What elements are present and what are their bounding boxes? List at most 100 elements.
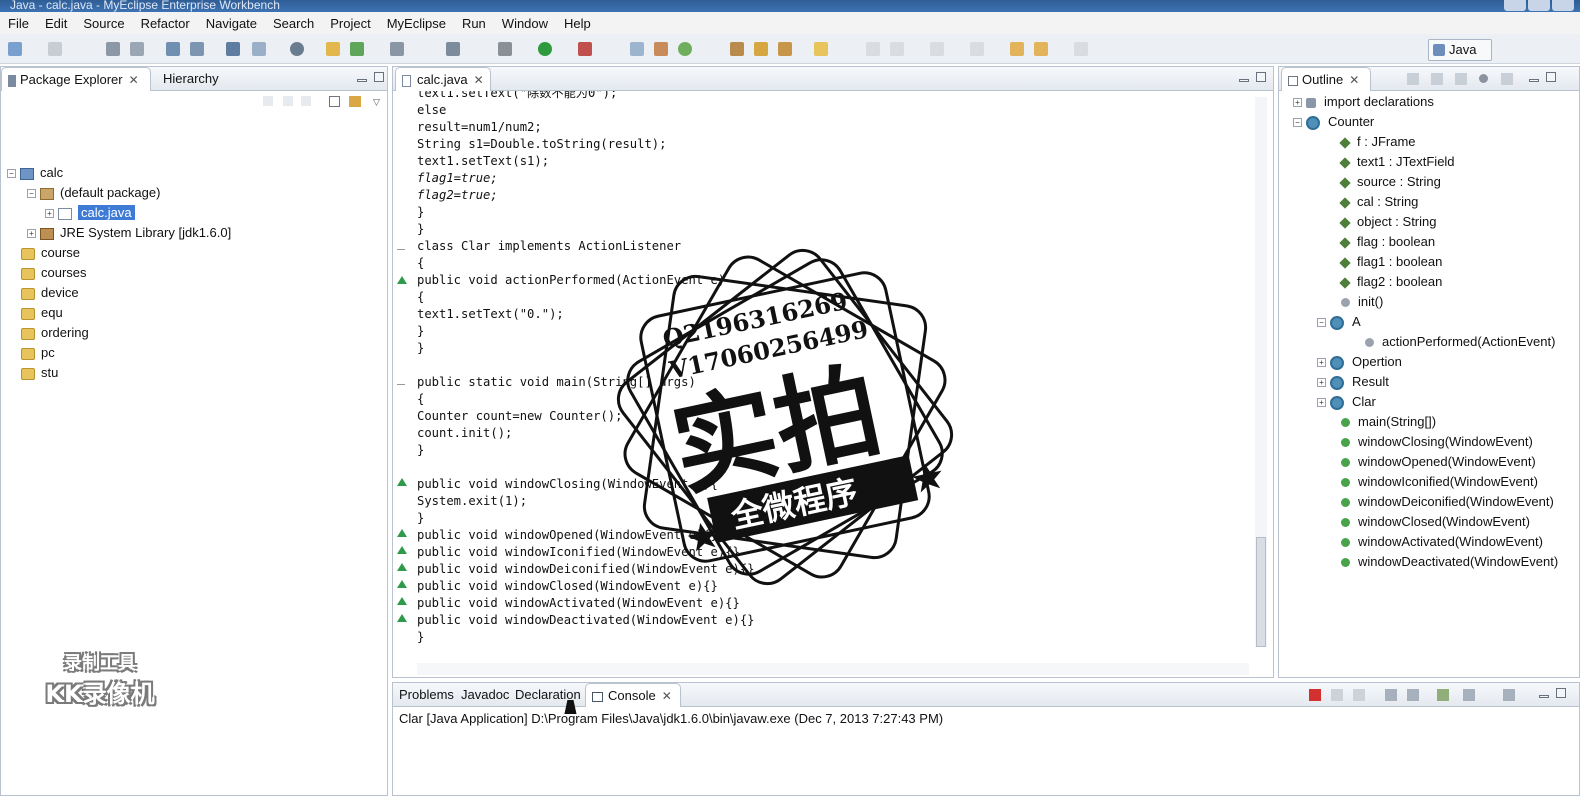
new-package-icon[interactable] [654, 42, 668, 56]
maximize-icon[interactable] [374, 72, 384, 82]
tab-console[interactable]: Console ✕ [585, 683, 681, 707]
display-console-icon[interactable] [1463, 689, 1475, 701]
outline-item[interactable]: − A [1317, 312, 1361, 332]
new-project-icon[interactable] [350, 42, 364, 56]
open-folder-icon[interactable] [326, 42, 340, 56]
outline-item[interactable]: flag2 : boolean [1339, 272, 1442, 292]
menu-myeclipse[interactable]: MyEclipse [379, 16, 454, 31]
outline-item[interactable]: windowActivated(WindowEvent) [1341, 532, 1543, 552]
hide-fields-icon[interactable] [1431, 73, 1443, 85]
collapse-icon[interactable]: − [27, 189, 36, 199]
outline-item[interactable]: windowClosed(WindowEvent) [1341, 512, 1530, 532]
collapse-all-icon[interactable] [329, 96, 340, 107]
remove-all-icon[interactable] [1353, 689, 1365, 701]
outline-item[interactable]: windowIconified(WindowEvent) [1341, 472, 1538, 492]
link-with-editor-icon[interactable] [349, 96, 361, 107]
outline-item[interactable]: object : String [1339, 212, 1437, 232]
editor-horizontal-scrollbar[interactable] [417, 663, 1249, 675]
menu-file[interactable]: File [0, 16, 37, 31]
annotation-icon[interactable] [814, 42, 828, 56]
fold-marker[interactable] [397, 249, 405, 250]
expand-icon[interactable]: + [1317, 378, 1326, 388]
window-icon[interactable] [390, 42, 404, 56]
search-tool-icon[interactable] [754, 42, 768, 56]
remove-launch-icon[interactable] [1331, 689, 1343, 701]
outline-item[interactable]: cal : String [1339, 192, 1418, 212]
outline-item[interactable]: actionPerformed(ActionEvent) [1365, 332, 1555, 352]
debug-config-icon[interactable] [106, 42, 120, 56]
minimize-icon[interactable] [357, 79, 367, 82]
menu-navigate[interactable]: Navigate [198, 16, 265, 31]
tree-item-equ[interactable]: equ [21, 303, 63, 323]
run-icon[interactable] [538, 42, 552, 56]
tree-item-jre-library[interactable]: + JRE System Library [jdk1.6.0] [27, 223, 231, 243]
menu-source[interactable]: Source [75, 16, 132, 31]
expand-icon[interactable]: + [1293, 98, 1302, 108]
outline-item[interactable]: flag : boolean [1339, 232, 1435, 252]
hide-local-types-icon[interactable] [1501, 73, 1513, 85]
next-annotation-icon[interactable] [866, 42, 880, 56]
save-icon[interactable] [48, 42, 62, 56]
scroll-thumb[interactable] [1256, 537, 1266, 647]
forward-nav-icon[interactable] [283, 96, 293, 106]
deploy-icon[interactable] [166, 42, 180, 56]
outline-item[interactable]: + import declarations [1293, 92, 1434, 112]
new-icon[interactable] [8, 42, 22, 56]
tools-icon[interactable] [446, 42, 460, 56]
maximize-icon[interactable] [1546, 72, 1556, 82]
collapse-icon[interactable]: − [1317, 318, 1326, 328]
forward-icon[interactable] [1034, 42, 1048, 56]
debug-icon[interactable] [498, 42, 512, 56]
outline-item[interactable]: − Counter [1293, 112, 1374, 132]
history-icon[interactable] [1074, 42, 1088, 56]
outline-item[interactable]: windowDeiconified(WindowEvent) [1341, 492, 1554, 512]
editor-vertical-scrollbar[interactable] [1255, 97, 1267, 647]
expand-icon[interactable]: + [45, 209, 54, 219]
minimize-icon[interactable] [1239, 79, 1249, 82]
last-edit-icon[interactable] [930, 42, 944, 56]
fold-marker[interactable] [397, 384, 405, 385]
tab-javadoc[interactable]: Javadoc [455, 683, 515, 707]
menu-help[interactable]: Help [556, 16, 599, 31]
maximize-window-button[interactable] [1528, 0, 1550, 11]
maximize-icon[interactable] [1556, 688, 1566, 698]
back-icon[interactable] [1010, 42, 1024, 56]
menu-project[interactable]: Project [322, 16, 378, 31]
web-browser-icon[interactable] [252, 42, 266, 56]
open-resource-icon[interactable] [730, 42, 744, 56]
outline-item[interactable]: windowDeactivated(WindowEvent) [1341, 552, 1558, 572]
outline-item[interactable]: flag1 : boolean [1339, 252, 1442, 272]
tab-package-explorer[interactable]: Package Explorer ✕ [1, 67, 151, 91]
tree-item-calc-java[interactable]: + calc.java [45, 203, 135, 223]
tree-item-calc[interactable]: − calc [7, 163, 63, 183]
tree-item-course[interactable]: course [21, 243, 80, 263]
close-icon[interactable]: ✕ [1349, 73, 1359, 87]
tree-item-default-package[interactable]: − (default package) [27, 183, 160, 203]
external-tools-icon[interactable] [578, 42, 592, 56]
server-icon[interactable] [190, 42, 204, 56]
menu-search[interactable]: Search [265, 16, 322, 31]
tab-problems[interactable]: Problems [393, 683, 460, 707]
tree-item-pc[interactable]: pc [21, 343, 55, 363]
menu-window[interactable]: Window [494, 16, 556, 31]
tree-item-ordering[interactable]: ordering [21, 323, 89, 343]
expand-icon[interactable]: + [1317, 358, 1326, 368]
close-icon[interactable]: ✕ [129, 73, 139, 87]
globe-icon[interactable] [290, 42, 304, 56]
print-icon[interactable] [130, 42, 144, 56]
outline-item[interactable]: + Result [1317, 372, 1389, 392]
collapse-icon[interactable]: − [7, 169, 16, 179]
close-window-button[interactable] [1552, 0, 1574, 11]
outline-item[interactable]: main(String[]) [1341, 412, 1436, 432]
outline-item[interactable]: f : JFrame [1339, 132, 1416, 152]
outline-item[interactable]: text1 : JTextField [1339, 152, 1455, 172]
outline-item[interactable]: init() [1341, 292, 1383, 312]
outline-item[interactable]: source : String [1339, 172, 1441, 192]
new-class-icon[interactable] [630, 42, 644, 56]
open-console-icon[interactable] [1503, 689, 1515, 701]
up-nav-icon[interactable] [301, 96, 311, 106]
menu-edit[interactable]: Edit [37, 16, 75, 31]
hide-static-icon[interactable] [1455, 73, 1467, 85]
minimize-icon[interactable] [1539, 695, 1549, 698]
terminate-icon[interactable] [1309, 689, 1321, 701]
